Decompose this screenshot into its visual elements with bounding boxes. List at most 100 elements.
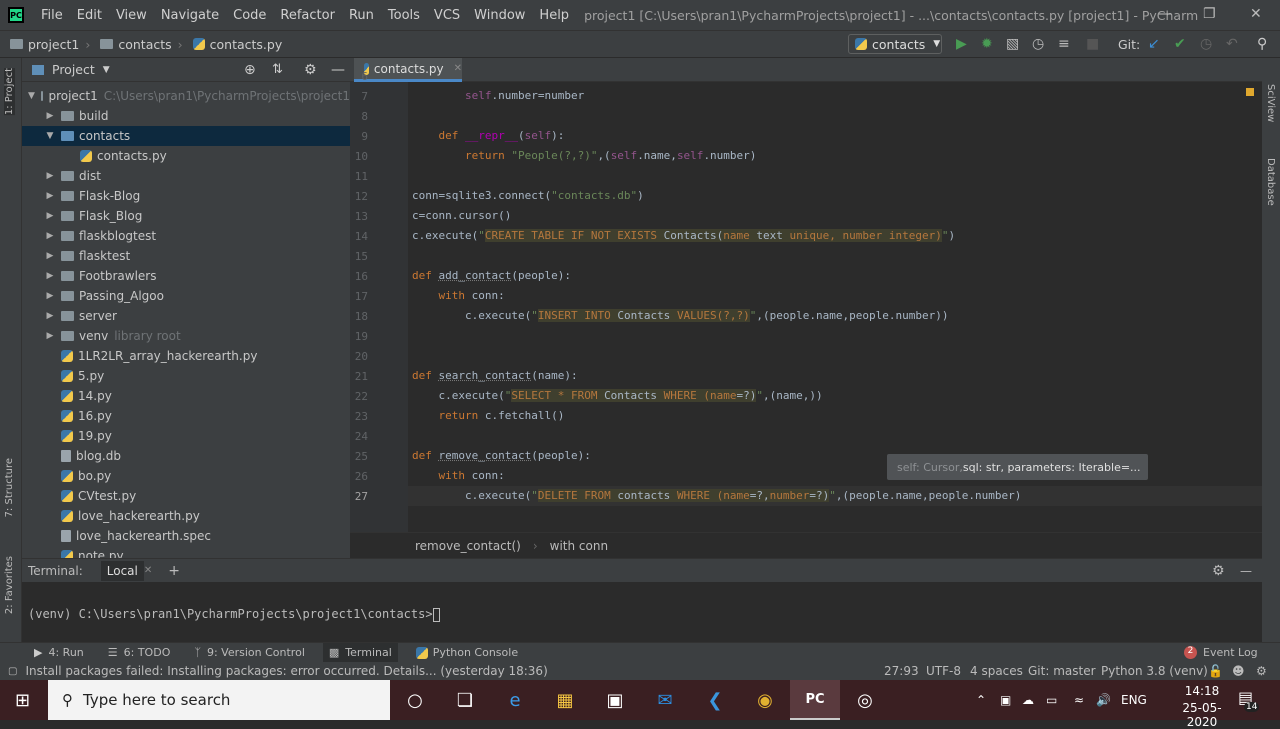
tree-item[interactable]: 14.py	[22, 386, 350, 406]
run-icon[interactable]: ▶	[956, 36, 967, 52]
git-update-icon[interactable]: ↙	[1148, 36, 1160, 52]
vscode-icon[interactable]: ❮	[690, 690, 740, 711]
collapsed-arrow-icon[interactable]: ▶	[45, 271, 55, 281]
collapsed-arrow-icon[interactable]: ▶	[45, 311, 55, 321]
tool-todo[interactable]: ☰ 6: TODO	[102, 643, 177, 663]
chevron-down-icon[interactable]: ▼	[103, 65, 110, 75]
code-line[interactable]: return "People(?,?)",(self.name,self.num…	[412, 146, 756, 166]
history-icon[interactable]: ◷	[1200, 36, 1212, 52]
close-tab-icon[interactable]: ✕	[144, 565, 152, 576]
tree-item[interactable]: ▶ Footbrawlers	[22, 266, 350, 286]
memory-icon[interactable]: ⚙	[1256, 664, 1267, 678]
project-tool-tab[interactable]: 1: Project	[4, 68, 15, 116]
tree-item[interactable]: ▶ dist	[22, 166, 350, 186]
cortana-icon[interactable]: ○	[390, 690, 440, 711]
minimize-button[interactable]: —	[1158, 6, 1172, 22]
tool-python-console[interactable]: Python Console	[410, 643, 524, 663]
mail-icon[interactable]: ✉	[640, 690, 690, 711]
code-line[interactable]: def add_contact(people):	[412, 266, 571, 286]
tree-item[interactable]: CVtest.py	[22, 486, 350, 506]
tree-item[interactable]: ▼ contacts	[22, 126, 350, 146]
pycharm-taskbar-icon[interactable]: PC	[790, 680, 840, 720]
file-explorer-icon[interactable]: ▦	[540, 690, 590, 711]
breadcrumb-file[interactable]: contacts.py	[192, 37, 282, 52]
tree-item[interactable]: bo.py	[22, 466, 350, 486]
task-view-icon[interactable]: ❏	[440, 690, 490, 711]
python-interpreter[interactable]: Python 3.8 (venv)	[1101, 664, 1208, 678]
code-line[interactable]: self.number=number	[412, 86, 584, 106]
menu-tools[interactable]: Tools	[381, 8, 427, 23]
indent-setting[interactable]: 4 spaces	[970, 664, 1023, 678]
tool-terminal[interactable]: ▩ Terminal	[322, 642, 398, 663]
windows-start-icon[interactable]: ⊞	[15, 690, 30, 711]
code-line[interactable]: def remove_contact(people):	[412, 446, 591, 466]
menu-refactor[interactable]: Refactor	[273, 8, 342, 23]
tool-run[interactable]: ▶ 4: Run	[28, 643, 90, 663]
clock[interactable]: 14:18 25-05-2020	[1170, 684, 1234, 729]
caret-position[interactable]: 27:93	[884, 664, 919, 678]
search-icon[interactable]: ⚲	[1257, 36, 1267, 52]
tree-item[interactable]: love_hackerearth.py	[22, 506, 350, 526]
chrome-icon[interactable]: ◉	[740, 690, 790, 711]
collapse-all-icon[interactable]: ⇅	[272, 62, 283, 77]
terminal-output[interactable]: (venv) C:\Users\pran1\PycharmProjects\pr…	[22, 582, 1262, 642]
menu-view[interactable]: View	[109, 8, 154, 23]
code-line[interactable]: c.execute("INSERT INTO Contacts VALUES(?…	[412, 306, 948, 326]
add-tab-icon[interactable]: +	[168, 563, 180, 579]
profile-icon[interactable]: ◷	[1032, 36, 1044, 52]
code-line[interactable]: with conn:	[412, 286, 505, 306]
taskbar-search[interactable]: ⚲ Type here to search	[48, 680, 390, 720]
code-line[interactable]: return c.fetchall()	[412, 406, 565, 426]
tree-item[interactable]: 1LR2LR_array_hackerearth.py	[22, 346, 350, 366]
tree-item[interactable]: ▶ Flask_Blog	[22, 206, 350, 226]
collapsed-arrow-icon[interactable]: ▶	[45, 291, 55, 301]
restore-button[interactable]: ❐	[1203, 6, 1216, 22]
collapsed-arrow-icon[interactable]: ▶	[45, 211, 55, 221]
stop-icon[interactable]: ■	[1086, 36, 1099, 52]
wifi-icon[interactable]: ≈	[1074, 693, 1084, 707]
tray-overflow-icon[interactable]: ⌃	[976, 693, 986, 707]
code-line[interactable]: c.execute("SELECT * FROM Contacts WHERE …	[412, 386, 823, 406]
gear-icon[interactable]: ⚙	[304, 62, 317, 78]
warning-marker-icon[interactable]	[1246, 88, 1254, 96]
code-line[interactable]: c.execute("DELETE FROM contacts WHERE (n…	[412, 486, 1021, 506]
battery-icon[interactable]: ▭	[1046, 693, 1057, 707]
concurrency-icon[interactable]: ≡	[1058, 36, 1070, 52]
database-tool-tab[interactable]: Database	[1265, 158, 1276, 206]
coverage-icon[interactable]: ▧	[1006, 36, 1019, 52]
code-line[interactable]: with conn:	[412, 466, 505, 486]
menu-edit[interactable]: Edit	[70, 8, 109, 23]
tree-item[interactable]: 5.py	[22, 366, 350, 386]
debug-icon[interactable]: ✹	[981, 36, 993, 52]
tree-item[interactable]: ▶ build	[22, 106, 350, 126]
git-branch[interactable]: Git: master	[1028, 664, 1096, 678]
expanded-arrow-icon[interactable]: ▼	[28, 91, 35, 101]
status-message[interactable]: Install packages failed: Installing pack…	[25, 664, 547, 678]
code-line[interactable]: c=conn.cursor()	[412, 206, 511, 226]
file-encoding[interactable]: UTF-8	[926, 664, 961, 678]
terminal-tab-local[interactable]: Local	[100, 560, 144, 581]
tree-item[interactable]: 19.py	[22, 426, 350, 446]
tool-version-control[interactable]: ᛉ 9: Version Control	[188, 643, 311, 663]
tree-item[interactable]: ▼ project1 C:\Users\pran1\PycharmProjects\…	[22, 86, 350, 106]
collapsed-arrow-icon[interactable]: ▶	[45, 191, 55, 201]
inspector-icon[interactable]: ☻	[1232, 664, 1245, 678]
run-configuration-select[interactable]: contacts ▼	[848, 34, 942, 54]
tree-item[interactable]: ▶ flaskblogtest	[22, 226, 350, 246]
hide-icon[interactable]: —	[1240, 564, 1252, 578]
collapsed-arrow-icon[interactable]: ▶	[45, 231, 55, 241]
collapsed-arrow-icon[interactable]: ▶	[45, 111, 55, 121]
rollback-icon[interactable]: ↶	[1226, 36, 1238, 52]
code-line[interactable]: conn=sqlite3.connect("contacts.db")	[412, 186, 644, 206]
menu-vcs[interactable]: VCS	[427, 8, 467, 23]
event-log-button[interactable]: 2 Event Log	[1184, 646, 1258, 659]
close-tab-icon[interactable]: ✕	[454, 63, 462, 74]
tray-app-icon[interactable]: ▣	[1000, 693, 1011, 707]
menu-navigate[interactable]: Navigate	[154, 8, 226, 23]
project-title[interactable]: Project	[52, 62, 95, 77]
code-line[interactable]: def __repr__(self):	[412, 126, 565, 146]
menu-run[interactable]: Run	[342, 8, 381, 23]
collapsed-arrow-icon[interactable]: ▶	[45, 251, 55, 261]
close-button[interactable]: ✕	[1250, 6, 1262, 22]
sciview-tool-tab[interactable]: SciView	[1265, 84, 1276, 122]
